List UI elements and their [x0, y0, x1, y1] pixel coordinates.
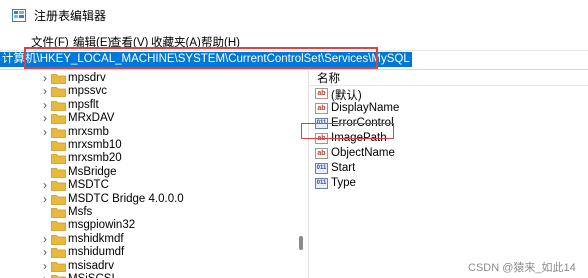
tree-item-label: MSiSCSI: [68, 273, 115, 278]
folder-icon: [51, 208, 66, 218]
folder-icon: [51, 221, 66, 232]
value-row[interactable]: ab DisplayName: [315, 101, 575, 117]
folder-icon: [51, 74, 66, 84]
folder-icon: [51, 87, 66, 98]
folder-icon: [51, 194, 66, 205]
folder-icon: [51, 248, 66, 259]
value-name: ObjectName: [331, 147, 395, 159]
tree-item[interactable]: ›MSiSCSI: [0, 272, 296, 278]
scrollbar-thumb[interactable]: [299, 236, 303, 250]
folder-icon: [51, 261, 66, 272]
window-title: 注册表编辑器: [34, 9, 107, 23]
folder-icon: [51, 141, 66, 151]
registry-editor-icon: [12, 9, 26, 22]
tree-item-label: mrxsmb10: [68, 139, 122, 151]
key-tree: › mpsdrv › mpssvc › mpsflt › MRxDAV › mr…: [0, 69, 306, 278]
tree-item-label: mrxsmb20: [68, 152, 122, 165]
folder-icon: [51, 127, 66, 138]
folder-icon: [51, 154, 66, 165]
tree-item-label: mpssvc: [68, 85, 107, 98]
tree-item-label: msgpiowin32: [68, 219, 136, 232]
value-row[interactable]: ab ObjectName: [315, 146, 575, 162]
folder-icon: [51, 181, 66, 192]
tree-item-label: MSDTC: [68, 179, 109, 192]
value-name: DisplayName: [331, 102, 400, 114]
folder-icon: [51, 275, 66, 278]
tree-item-label: mpsflt: [68, 98, 99, 111]
tree-scrollbar[interactable]: [296, 69, 306, 278]
values-list: 名称 ab (默认) ab DisplayName 011 ErrorContr…: [309, 69, 588, 278]
binary-value-icon: 011: [315, 163, 328, 174]
value-row[interactable]: ab (默认): [315, 86, 575, 102]
tree-item-label: mrxsmb: [68, 125, 109, 138]
tree-item-label: mpsdrv: [68, 72, 106, 84]
tree-item-label: mshidkmdf: [68, 232, 124, 245]
watermark: CSDN @猿来_如此14: [468, 262, 576, 274]
folder-icon: [51, 100, 66, 111]
value-name: Type: [331, 177, 356, 189]
string-value-icon: ab: [315, 103, 328, 114]
value-row[interactable]: 011 Start: [315, 161, 575, 177]
folder-icon: [51, 114, 66, 125]
address-highlight-box: [24, 47, 378, 69]
folder-icon: [51, 167, 66, 178]
tree-item-label: MsBridge: [68, 165, 117, 178]
tree-item-label: MSDTC Bridge 4.0.0.0: [68, 192, 184, 205]
tree-item-label: MRxDAV: [68, 112, 115, 125]
string-value-icon: ab: [315, 88, 328, 99]
value-name: Start: [331, 162, 356, 174]
value-row[interactable]: 011 Type: [315, 176, 575, 192]
string-value-icon: ab: [315, 148, 328, 159]
tree-item-label: mshidumdf: [68, 246, 125, 259]
column-header-name[interactable]: 名称: [317, 70, 340, 86]
tree-item-label: msisadrv: [68, 259, 115, 272]
folder-icon: [51, 234, 66, 245]
tree-item-label: Msfs: [68, 206, 93, 218]
imagepath-highlight-box: [301, 123, 394, 139]
binary-value-icon: 011: [315, 178, 328, 189]
title-bar: 注册表编辑器: [0, 0, 588, 30]
